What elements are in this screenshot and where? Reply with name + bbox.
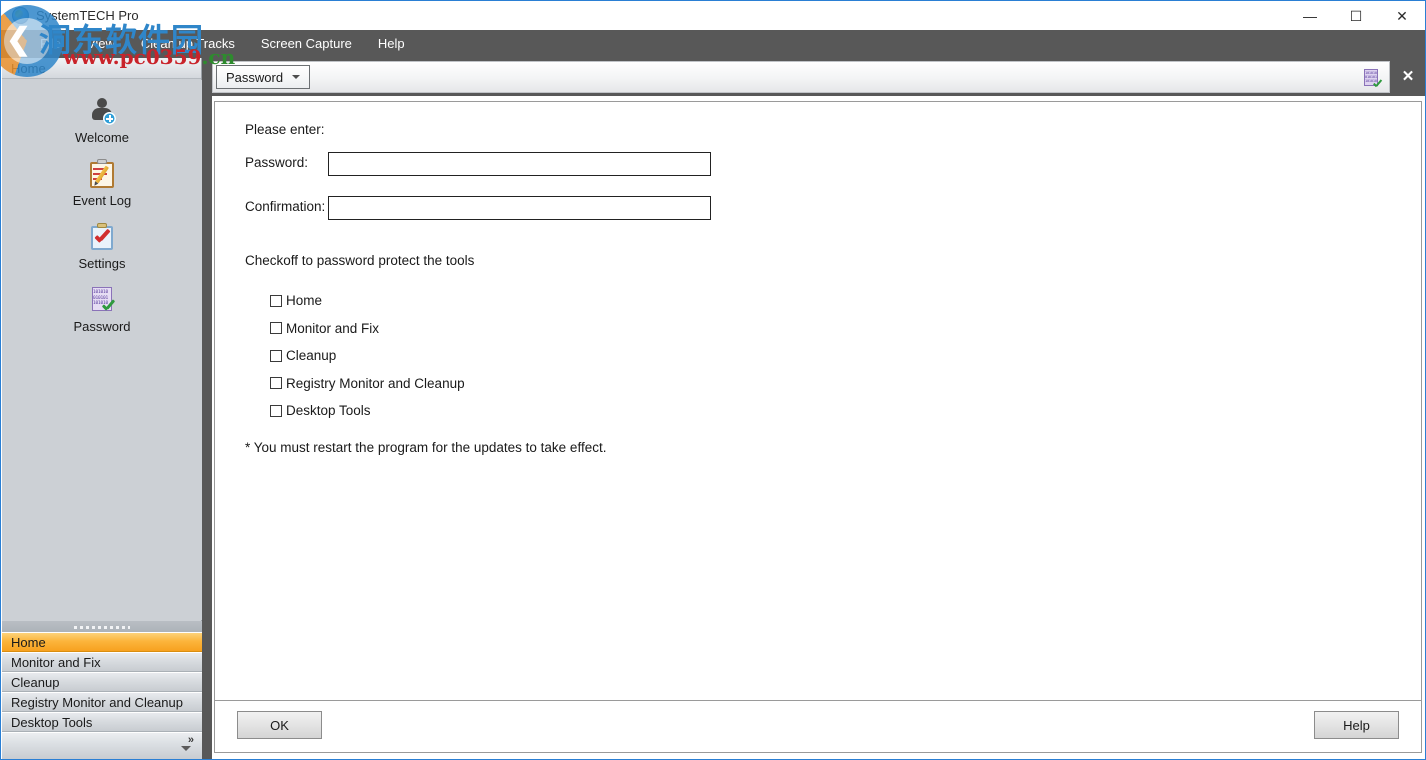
sidebar-tile-welcome[interactable]: Welcome (2, 96, 202, 145)
instruction-label: Please enter: (245, 122, 325, 137)
user-add-icon (87, 96, 117, 126)
sidebar-expander[interactable]: » (2, 732, 202, 760)
title-bar: SystemTECH Pro — ☐ ✕ (1, 1, 1425, 30)
toolbar: Password 101010010101101010 ✕ (212, 58, 1426, 96)
sidebar-tile-label: Event Log (73, 193, 132, 208)
sidebar-tile-settings[interactable]: Settings (2, 222, 202, 271)
checkbox-desktop-tools[interactable] (270, 405, 282, 417)
checkbox-label: Desktop Tools (286, 403, 371, 418)
maximize-button[interactable]: ☐ (1333, 1, 1379, 30)
chevron-down-icon (292, 75, 300, 79)
ok-button[interactable]: OK (237, 711, 322, 739)
confirmation-field-label: Confirmation: (245, 196, 325, 218)
menu-bar: File View Clean up Tracks Screen Capture… (1, 30, 1425, 58)
sidebar-tile-label: Welcome (75, 130, 129, 145)
app-globe-icon (12, 7, 29, 24)
checkbox-registry-monitor-and-cleanup[interactable] (270, 377, 282, 389)
toolbar-panel: Password 101010010101101010 (212, 61, 1390, 93)
password-dropdown-label: Password (226, 70, 283, 85)
sidebar-item-cleanup[interactable]: Cleanup (2, 672, 202, 692)
checkbox-label: Cleanup (286, 348, 336, 363)
checkbox-monitor-and-fix[interactable] (270, 322, 282, 334)
sidebar-tile-label: Password (73, 319, 130, 334)
window-title: SystemTECH Pro (36, 8, 139, 23)
sidebar-header: Home (2, 58, 201, 79)
checkbox-label: Home (286, 293, 322, 308)
minimize-button[interactable]: — (1287, 1, 1333, 30)
sidebar-tile-list: Welcome Event Log Settings 10 (2, 80, 202, 620)
double-chevron-right-icon: » (188, 734, 193, 746)
sidebar-item-registry-monitor-and-cleanup[interactable]: Registry Monitor and Cleanup (2, 692, 202, 712)
clipboard-check-icon (87, 222, 117, 252)
tool-protection-checkbox-group: Home Monitor and Fix Cleanup Registry Mo… (270, 287, 465, 425)
checkbox-label: Monitor and Fix (286, 321, 379, 336)
binary-document-check-icon: 101010010101101010 (87, 285, 117, 315)
help-button[interactable]: Help (1314, 711, 1399, 739)
checkoff-heading: Checkoff to password protect the tools (245, 253, 474, 268)
restart-note: * You must restart the program for the u… (245, 440, 606, 455)
sidebar-divider (202, 58, 212, 760)
password-input[interactable] (328, 152, 711, 176)
menu-item-screen-capture[interactable]: Screen Capture (248, 30, 365, 58)
checkbox-row-home[interactable]: Home (270, 287, 465, 315)
checkbox-label: Registry Monitor and Cleanup (286, 376, 465, 391)
sidebar-item-desktop-tools[interactable]: Desktop Tools (2, 712, 202, 732)
menu-item-clean-up-tracks[interactable]: Clean up Tracks (128, 30, 248, 58)
password-settings-panel: Please enter: Password: Confirmation: Ch… (214, 101, 1422, 701)
checkbox-cleanup[interactable] (270, 350, 282, 362)
menu-item-view[interactable]: View (74, 30, 128, 58)
sidebar-tile-password[interactable]: 101010010101101010 Password (2, 285, 202, 334)
menu-item-file[interactable]: File (27, 30, 74, 58)
sidebar-tile-event-log[interactable]: Event Log (2, 159, 202, 208)
checkbox-row-registry-monitor-and-cleanup[interactable]: Registry Monitor and Cleanup (270, 370, 465, 398)
close-button[interactable]: ✕ (1379, 1, 1425, 30)
sidebar-item-monitor-and-fix[interactable]: Monitor and Fix (2, 652, 202, 672)
checkbox-row-desktop-tools[interactable]: Desktop Tools (270, 397, 465, 425)
sidebar-item-home[interactable]: Home (2, 632, 202, 652)
dialog-button-bar: OK Help (214, 701, 1422, 753)
clipboard-pencil-icon (87, 159, 117, 189)
toolbar-close-button[interactable]: ✕ (1398, 66, 1418, 86)
checkbox-home[interactable] (270, 295, 282, 307)
checkbox-row-cleanup[interactable]: Cleanup (270, 342, 465, 370)
sidebar-tile-label: Settings (79, 256, 126, 271)
window-controls: — ☐ ✕ (1287, 1, 1425, 30)
confirmation-input[interactable] (328, 196, 711, 220)
maximize-icon: ☐ (1350, 9, 1363, 23)
menu-item-help[interactable]: Help (365, 30, 418, 58)
sidebar: Home Welcome Event Log (2, 58, 202, 760)
close-icon: ✕ (1396, 9, 1408, 23)
binary-document-check-icon: 101010010101101010 (1364, 69, 1382, 89)
close-icon: ✕ (1402, 69, 1415, 84)
application-window: SystemTECH Pro — ☐ ✕ File View Clean up … (0, 0, 1426, 760)
password-field-label: Password: (245, 152, 308, 174)
chevron-down-icon[interactable] (181, 746, 191, 751)
sidebar-nav-list: Home Monitor and Fix Cleanup Registry Mo… (2, 632, 202, 732)
password-dropdown-button[interactable]: Password (216, 65, 310, 89)
checkbox-row-monitor-and-fix[interactable]: Monitor and Fix (270, 315, 465, 343)
minimize-icon: — (1303, 9, 1317, 23)
